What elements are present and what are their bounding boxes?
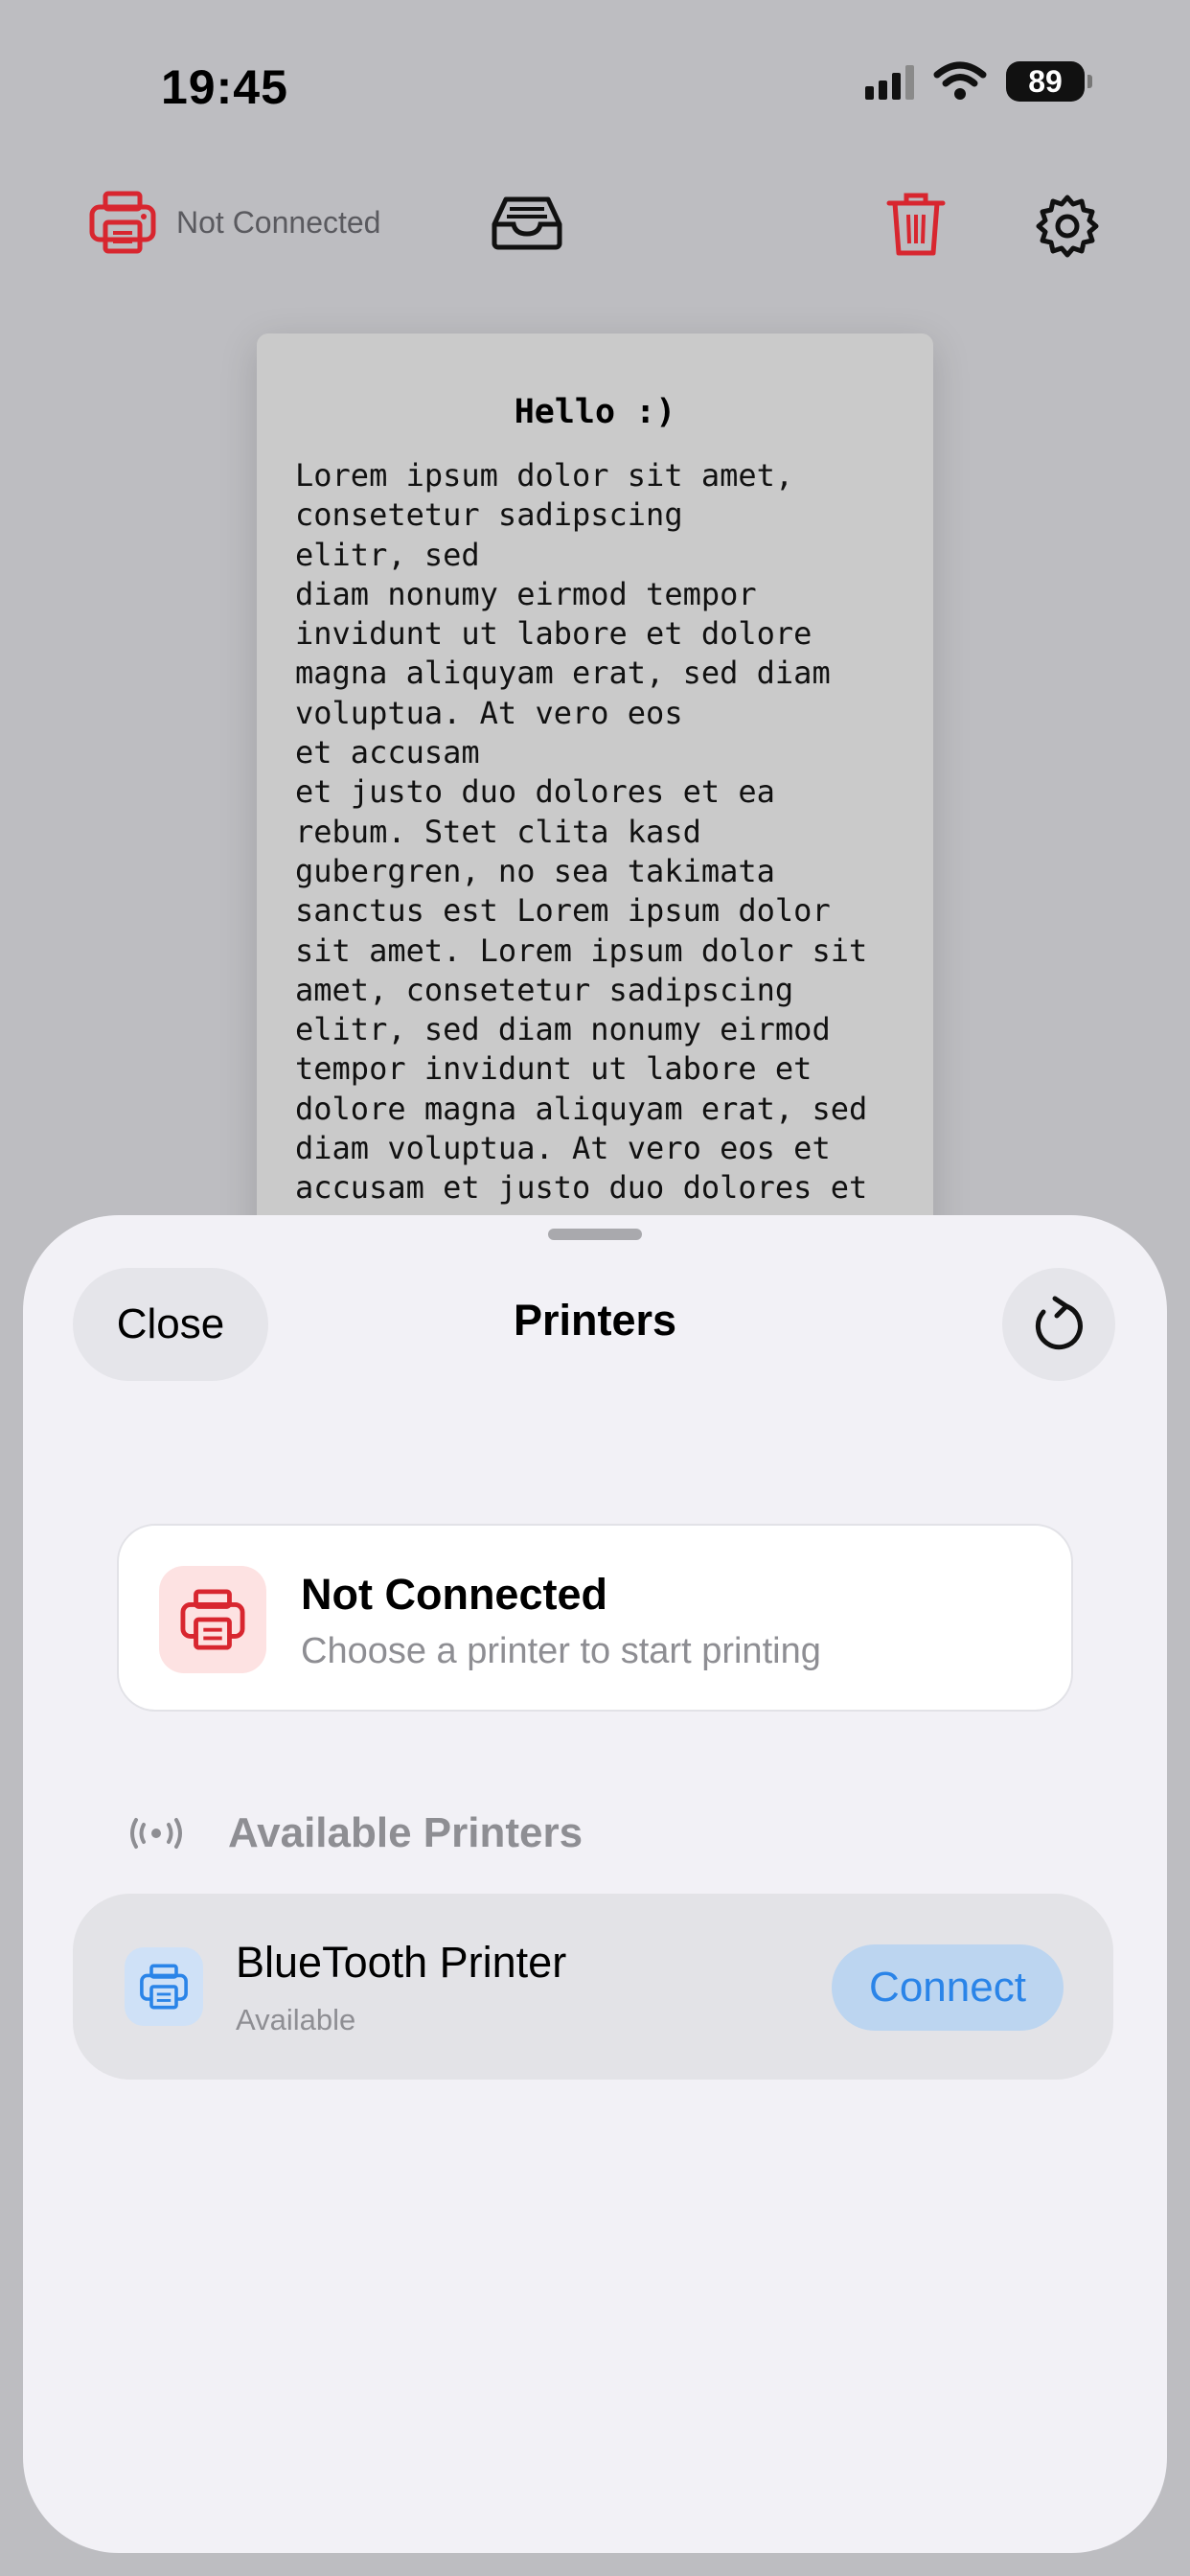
receipt-line: invidunt ut labore et dolore — [295, 615, 812, 653]
gear-icon[interactable] — [1035, 194, 1100, 259]
receipt-line: rebum. Stet clita kasd — [295, 813, 701, 850]
receipt-line: magna aliquyam erat, sed diam — [295, 655, 831, 692]
status-bar: 19:45 89 — [0, 0, 1190, 172]
printers-sheet: Close Printers Not Connected Choose a pr… — [23, 1215, 1167, 2553]
receipt-line: diam nonumy eirmod tempor — [295, 575, 757, 612]
printer-availability: Available — [236, 2003, 356, 2036]
receipt-line: consetetur sadipscing — [295, 496, 683, 534]
status-icons: 89 — [865, 61, 1092, 102]
receipt-line: accusam et justo duo dolores et — [295, 1169, 868, 1207]
printer-icon — [159, 1566, 266, 1673]
receipt-title: Hello :) — [514, 393, 676, 431]
wifi-icon — [933, 61, 987, 100]
receipt-line: elitr, sed diam nonumy eirmod — [295, 1011, 831, 1048]
receipt-line: elitr, sed — [295, 536, 480, 573]
refresh-icon — [1035, 1296, 1083, 1350]
available-printers-title: Available Printers — [228, 1809, 584, 1856]
connection-status-card: Not Connected Choose a printer to start … — [117, 1524, 1073, 1712]
receipt-line: gubergren, no sea takimata — [295, 852, 775, 889]
refresh-button[interactable] — [1002, 1268, 1115, 1381]
tray-icon[interactable] — [491, 196, 563, 251]
printer-icon — [125, 1947, 203, 2026]
receipt-line: tempor invidunt ut labore et — [295, 1050, 812, 1088]
connection-status-title: Not Connected — [301, 1570, 607, 1619]
receipt-line: Lorem ipsum dolor sit amet, — [295, 457, 794, 494]
available-printers-header: Available Printers — [126, 1809, 583, 1857]
main-toolbar: Not Connected — [0, 172, 1190, 278]
receipt-preview: Hello :) Lorem ipsum dolor sit amet, cons… — [257, 334, 933, 1292]
receipt-line: diam voluptua. At vero eos et — [295, 1130, 831, 1167]
receipt-line: dolore magna aliquyam erat, sed — [295, 1090, 868, 1127]
connection-status-subtitle: Choose a printer to start printing — [301, 1631, 821, 1671]
receipt-line: amet, consetetur sadipscing — [295, 971, 794, 1008]
printer-status-button[interactable]: Not Connected — [88, 190, 380, 255]
receipt-line: et accusam — [295, 734, 480, 771]
printer-list-item[interactable]: BlueTooth Printer Available Connect — [73, 1894, 1113, 2080]
printer-status-label: Not Connected — [176, 204, 381, 240]
receipt-line: voluptua. At vero eos — [295, 694, 683, 731]
connect-button[interactable]: Connect — [832, 1944, 1064, 2031]
status-time: 19:45 — [161, 60, 288, 114]
printer-icon — [89, 191, 156, 254]
sheet-title: Printers — [513, 1296, 677, 1345]
battery-indicator: 89 — [1006, 61, 1092, 102]
antenna-icon — [130, 1818, 182, 1849]
trash-icon[interactable] — [885, 190, 947, 259]
cellular-signal-icon — [865, 63, 914, 100]
receipt-body: Lorem ipsum dolor sit amet, consetetur sa… — [295, 456, 933, 1208]
receipt-line: sit amet. Lorem ipsum dolor sit — [295, 932, 868, 969]
receipt-line: et justo duo dolores et ea — [295, 773, 775, 811]
sheet-grabber[interactable] — [548, 1229, 642, 1240]
receipt-line: sanctus est Lorem ipsum dolor — [295, 892, 831, 930]
printer-name: BlueTooth Printer — [236, 1938, 567, 1987]
